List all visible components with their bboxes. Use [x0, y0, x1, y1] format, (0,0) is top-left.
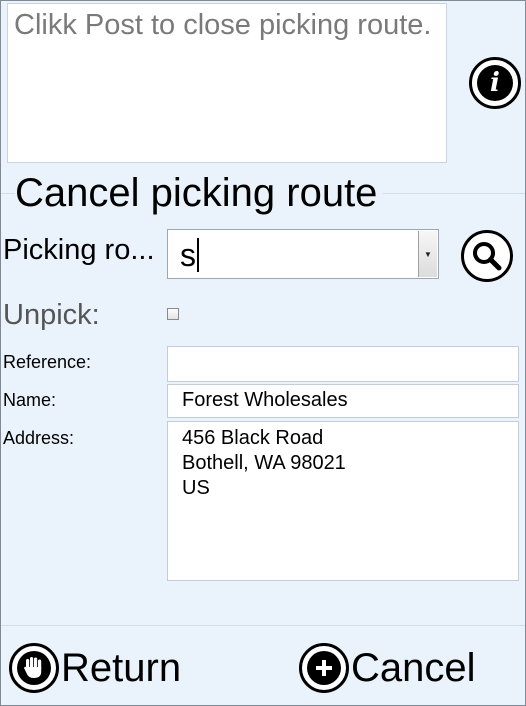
app-window: Clikk Post to close picking route. i Can… — [0, 0, 526, 706]
address-label: Address: — [3, 428, 75, 448]
address-line-3: US — [182, 477, 210, 499]
cancel-label: Cancel — [351, 646, 476, 690]
reference-label: Reference: — [3, 352, 92, 372]
picking-route-label: Picking ro... — [3, 234, 155, 266]
reference-field[interactable] — [167, 346, 519, 382]
message-text: Clikk Post to close picking route. — [14, 9, 432, 41]
triangle-down-icon: ▼ — [424, 249, 432, 259]
info-icon: i — [477, 65, 513, 101]
cancel-button[interactable]: Cancel — [299, 642, 476, 694]
return-button[interactable]: Return — [9, 642, 181, 694]
cancel-icon-circle — [299, 643, 349, 693]
address-line-2: Bothell, WA 98021 — [182, 452, 346, 474]
dropdown-arrow-button[interactable]: ▼ — [418, 231, 437, 277]
bottom-toolbar: Return Cancel — [1, 625, 525, 705]
unpick-checkbox[interactable] — [167, 308, 179, 320]
address-line-1: 456 Black Road — [182, 427, 324, 449]
message-area: Clikk Post to close picking route. i — [1, 1, 525, 167]
unpick-label: Unpick: — [3, 299, 100, 331]
name-label: Name: — [3, 390, 57, 410]
picking-route-value: s — [180, 238, 199, 272]
message-box: Clikk Post to close picking route. — [7, 3, 447, 163]
info-button[interactable]: i — [469, 57, 521, 109]
page-title: Cancel picking route — [15, 169, 384, 217]
magnifier-icon — [473, 242, 502, 271]
address-field[interactable]: 456 Black Road Bothell, WA 98021 US — [167, 421, 519, 581]
hand-stop-icon — [17, 651, 51, 685]
name-value: Forest Wholesales — [182, 389, 348, 411]
name-field[interactable]: Forest Wholesales — [167, 384, 519, 418]
picking-route-combo[interactable]: s ▼ — [167, 229, 439, 279]
lookup-button[interactable] — [461, 230, 513, 282]
plus-circle-icon — [307, 651, 341, 685]
return-label: Return — [61, 646, 182, 690]
return-icon-circle — [9, 643, 59, 693]
